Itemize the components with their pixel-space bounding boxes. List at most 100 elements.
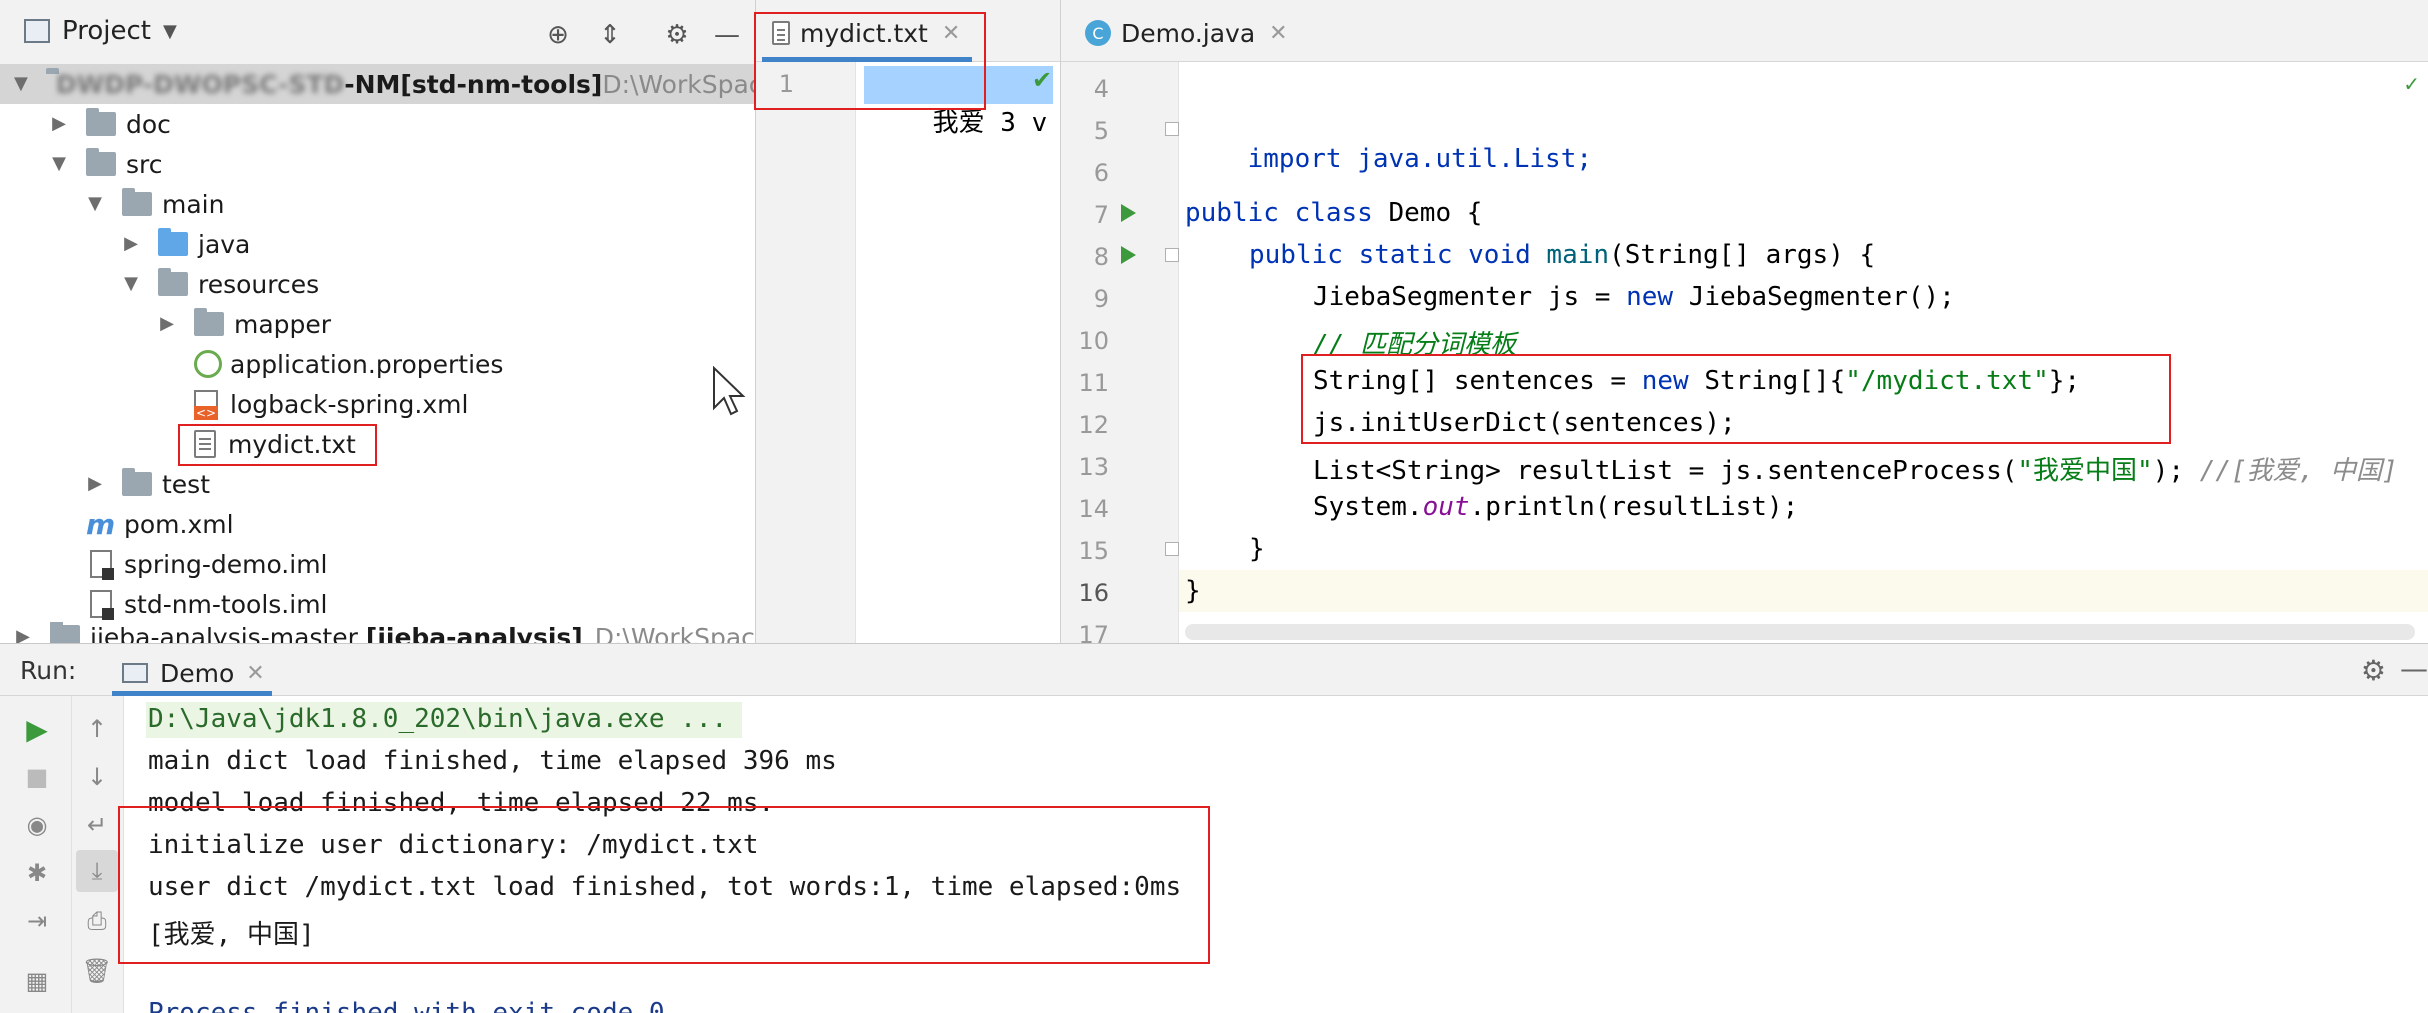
project-view-selector[interactable]: Project ▼ [24,16,177,46]
run-header: Run: Demo ✕ ⚙ — [0,644,2428,696]
tree-item-java[interactable]: ▶ java [0,224,250,264]
code-field: out [1422,492,1470,522]
mouse-cursor-icon [713,366,746,416]
tree-item-mapper[interactable]: ▶ mapper [0,304,331,344]
console-line: initialize user dictionary: /mydict.txt [148,830,759,860]
code-line-8[interactable]: public static void main(String[] args) { [1249,240,1875,270]
fold-icon[interactable] [1165,542,1179,556]
folder-icon [122,468,152,496]
tree-item-label: spring-demo.iml [124,549,328,579]
code-line-7[interactable]: public class Demo { [1185,198,1482,228]
locate-icon[interactable]: ⊕ [541,18,575,52]
soft-wrap-icon[interactable]: ↵ [80,808,114,842]
tree-item-spring-demo-iml[interactable]: spring-demo.iml [0,544,328,584]
fold-icon[interactable] [1165,122,1179,136]
tree-item-label: resources [198,269,320,299]
code-line-5[interactable]: import java.util.List; [1185,114,1592,204]
gear-icon[interactable]: ⚙ [2361,654,2386,687]
tree-item-doc[interactable]: ▶ doc [0,104,171,144]
tree-item-main[interactable]: ▼ main [0,184,224,224]
iml-file-icon [90,550,114,580]
print-icon[interactable]: ⎙ [80,904,114,938]
close-icon[interactable]: ✕ [246,661,264,686]
bug-icon[interactable]: ✱ [20,856,54,890]
root-path: D:\WorkSpace\ [602,69,755,99]
tree-item-test[interactable]: ▶ test [0,464,210,504]
iml-file-icon [90,590,114,620]
code-text: List<String> resultList = js.sentencePro… [1313,456,2018,486]
expanded-arrow-icon: ▼ [14,73,28,94]
code-line-12[interactable]: js.initUserDict(sentences); [1313,408,1736,438]
mydict-content-selection[interactable]: 我爱 3 v [864,66,1054,138]
code-string: "/mydict.txt" [1845,366,2049,396]
next-module-path: D:\WorkSpace\jieba [594,622,755,644]
code-text: JiebaSegmenter js = [1313,282,1627,312]
current-line-highlight [1179,570,2428,612]
code-text: } [1185,576,1201,606]
fold-icon[interactable] [1165,248,1179,262]
arrow-up-icon[interactable]: ↑ [80,712,114,746]
run-class-icon[interactable] [1121,204,1136,222]
tab-demo-java[interactable]: C Demo.java ✕ [1075,8,1288,58]
console-line: user dict /mydict.txt load finished, tot… [148,872,1182,902]
hide-icon[interactable]: — [2400,652,2428,685]
code-line-9[interactable]: JiebaSegmenter js = new JiebaSegmenter()… [1313,282,1955,312]
camera-icon[interactable]: ◉ [20,808,54,842]
root-module-name: [std-nm-tools] [400,69,603,99]
scroll-to-end-icon[interactable]: ⤓ [76,850,118,892]
console-line: [我爱, 中国] [148,920,315,950]
collapse-all-icon[interactable]: ⇕ [593,18,627,52]
expanded-arrow-icon: ▼ [52,153,66,174]
tree-item-std-nm-tools-iml[interactable]: std-nm-tools.iml [0,584,328,624]
text-file-icon [772,21,790,45]
tree-item-src[interactable]: ▼ src [0,144,163,184]
rerun-icon[interactable]: ▶ [20,712,54,746]
close-icon[interactable]: ✕ [942,21,960,46]
tree-item-next-module[interactable]: ▶ jieba-analysis-master [jieba-analysis]… [0,622,755,644]
horizontal-scrollbar[interactable] [1185,624,2415,640]
code-line-15[interactable]: } [1249,534,1265,564]
mydict-content: 我爱 3 v [932,108,1048,138]
tree-root-module[interactable]: ▼ DWDP-DWOPSC-STD -NM [std-nm-tools] D:\… [0,64,755,104]
code-line-11[interactable]: String[] sentences = new String[]{"/mydi… [1313,366,2080,396]
arrow-down-icon[interactable]: ↓ [80,760,114,794]
tree-item-application-properties[interactable]: application.properties [0,344,503,384]
code-text: String[] sentences = [1313,366,1642,396]
tree-item-resources[interactable]: ▼ resources [0,264,319,304]
tree-item-logback-xml[interactable]: logback-spring.xml [0,384,468,424]
stop-icon[interactable]: ■ [20,760,54,794]
code-function: main [1546,240,1610,270]
hide-icon[interactable]: — [710,18,744,52]
line-number: 1 [778,70,794,98]
tree-item-label: java [198,229,251,259]
resources-folder-icon [158,268,188,296]
tab-mydict[interactable]: mydict.txt ✕ [762,8,972,62]
line-number: 15 [1078,537,1109,565]
maven-icon: m [86,507,116,541]
folder-icon [122,188,152,216]
code-line-13[interactable]: List<String> resultList = js.sentencePro… [1313,450,2398,487]
code-text: js.initUserDict(sentences); [1313,408,1736,438]
run-tab-underline [112,691,272,696]
tab-label: mydict.txt [800,18,928,48]
code-keyword: new [1641,366,1689,396]
code-line-14[interactable]: System.out.println(resultList); [1313,492,1798,522]
gear-icon[interactable]: ⚙ [660,18,694,52]
tab-run-demo[interactable]: Demo ✕ [112,650,275,696]
code-line-16[interactable]: } [1185,576,1201,606]
trash-icon[interactable]: 🗑 [80,954,114,988]
run-main-icon[interactable] [1121,246,1136,264]
close-icon[interactable]: ✕ [1269,21,1287,46]
tree-item-label: application.properties [230,349,504,379]
code-line-10[interactable]: // 匹配分词模板 [1313,324,1516,361]
console-line: D:\Java\jdk1.8.0_202\bin\java.exe ... [148,704,728,734]
run-tab-label: Demo [160,658,235,688]
tree-item-label: src [126,149,163,179]
run-toolbar-secondary: ↑ ↓ ↵ ⤓ ⎙ 🗑 [72,696,124,1013]
root-name-suffix: -NM [344,69,401,99]
tree-item-mydict[interactable]: mydict.txt [0,424,356,464]
spring-properties-icon [194,350,222,378]
layout-icon[interactable]: ▦ [20,964,54,998]
tree-item-pom[interactable]: m pom.xml [0,504,234,544]
login-icon[interactable]: ⇥ [20,904,54,938]
